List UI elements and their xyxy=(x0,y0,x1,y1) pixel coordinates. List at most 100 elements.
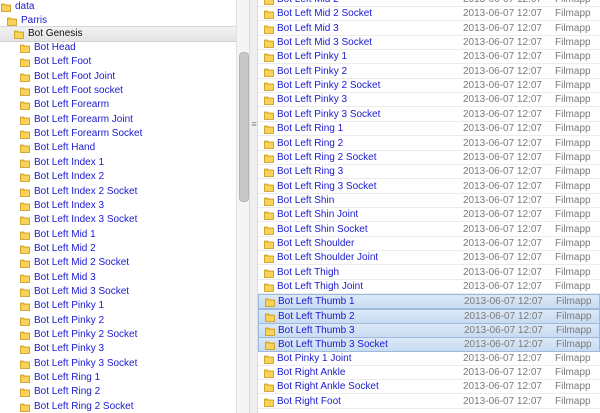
folder-icon xyxy=(264,9,274,20)
file-row[interactable]: Bot Left Ring 3 Socket 2013-06-07 12:07 Fi… xyxy=(258,180,600,194)
file-row[interactable]: Bot Left Thumb 2 2013-06-07 12:07 Filmapp xyxy=(258,308,600,324)
file-date: 2013-06-07 12:07 xyxy=(463,37,542,49)
folder-icon xyxy=(20,115,30,125)
folder-icon xyxy=(264,210,274,221)
file-row[interactable]: Bot Left Thumb 1 2013-06-07 12:07 Filmapp xyxy=(258,294,600,310)
file-type: Filmapp xyxy=(555,108,591,120)
file-date: 2013-06-07 12:07 xyxy=(463,237,542,249)
file-row[interactable]: Bot Left Shoulder Joint 2013-06-07 12:07 F… xyxy=(258,251,600,266)
file-date: 2013-06-07 12:07 xyxy=(463,209,542,221)
tree-node-label: Bot Left Mid 1 xyxy=(34,228,96,240)
file-row[interactable]: Bot Right Foot 2013-06-07 12:07 Filmapp xyxy=(258,395,600,409)
file-row[interactable]: Bot Left Thigh Joint 2013-06-07 12:07 Film… xyxy=(258,280,600,294)
folder-icon xyxy=(20,158,30,168)
file-type: Filmapp xyxy=(555,37,591,49)
folder-icon xyxy=(20,172,30,183)
file-row[interactable]: Bot Left Pinky 1 2013-06-07 12:07 Filmapp xyxy=(258,50,600,65)
file-name: Bot Left Shin xyxy=(277,194,335,206)
file-type: Filmapp xyxy=(556,339,592,351)
file-date: 2013-06-07 12:07 xyxy=(463,180,542,192)
folder-icon xyxy=(20,72,30,82)
file-row[interactable]: Bot Left Pinky 2 Socket 2013-06-07 12:07 F… xyxy=(258,79,600,94)
folder-icon xyxy=(264,382,274,393)
folder-icon xyxy=(20,230,30,240)
file-type: Filmapp xyxy=(555,209,591,221)
file-type: Filmapp xyxy=(555,180,591,192)
tree-node-label: Bot Left Index 1 xyxy=(34,156,105,168)
folder-icon xyxy=(20,258,30,269)
file-name: Bot Left Mid 3 xyxy=(277,22,339,34)
folder-icon xyxy=(20,344,30,355)
file-row[interactable]: Bot Left Ring 3 2013-06-07 12:07 Filmapp xyxy=(258,165,600,180)
tree-scrollbar[interactable] xyxy=(236,0,250,413)
file-row[interactable]: Bot Left Ring 2 2013-06-07 12:07 Filmapp xyxy=(258,137,600,151)
folder-icon xyxy=(264,24,274,34)
file-name: Bot Pinky 1 Joint xyxy=(277,352,352,364)
file-name: Bot Left Ring 2 xyxy=(277,137,344,149)
file-name: Bot Left Pinky 3 Socket xyxy=(277,108,381,120)
tree-node-label: Bot Left Forearm Socket xyxy=(34,128,143,140)
tree-node-label: Bot Left Ring 2 Socket xyxy=(34,400,134,412)
tree-node-bot-genesis[interactable]: Bot Genesis xyxy=(0,26,236,42)
folder-icon xyxy=(20,273,30,283)
file-date: 2013-06-07 12:07 xyxy=(463,8,542,20)
folder-icon xyxy=(264,167,274,178)
file-row[interactable]: Bot Left Shoulder 2013-06-07 12:07 Filmapp xyxy=(258,237,600,251)
splitter-grip-icon[interactable]: ≡ xyxy=(251,120,257,129)
file-type: Filmapp xyxy=(555,266,591,278)
file-row[interactable]: Bot Left Shin 2013-06-07 12:07 Filmapp xyxy=(258,194,600,208)
file-type: Filmapp xyxy=(555,123,591,135)
folder-icon xyxy=(264,239,274,249)
file-row[interactable]: Bot Left Pinky 3 2013-06-07 12:07 Filmapp xyxy=(258,93,600,108)
file-name: Bot Left Ring 2 Socket xyxy=(277,151,377,163)
folder-icon xyxy=(264,225,274,235)
file-row[interactable]: Bot Left Shin Joint 2013-06-07 12:07 Filma… xyxy=(258,208,600,223)
file-type: Filmapp xyxy=(555,0,591,7)
folder-icon xyxy=(264,397,274,407)
file-type: Filmapp xyxy=(555,22,591,34)
file-type: Filmapp xyxy=(555,166,591,178)
file-row[interactable]: Bot Left Mid 2 2013-06-07 12:07 Filmapp xyxy=(258,0,600,7)
folder-icon xyxy=(264,282,274,292)
file-row[interactable]: Bot Left Mid 3 Socket 2013-06-07 12:07 Fil… xyxy=(258,36,600,51)
file-name: Bot Right Ankle xyxy=(277,367,346,379)
file-type: Filmapp xyxy=(555,65,591,77)
file-date: 2013-06-07 12:07 xyxy=(463,151,542,163)
file-type: Filmapp xyxy=(555,194,591,206)
tree-node-label: Bot Left Mid 2 xyxy=(34,242,96,254)
file-date: 2013-06-07 12:07 xyxy=(463,65,542,77)
file-type: Filmapp xyxy=(555,395,591,407)
file-row[interactable]: Bot Left Thigh 2013-06-07 12:07 Filmapp xyxy=(258,266,600,280)
file-row[interactable]: Bot Left Pinky 2 2013-06-07 12:07 Filmapp xyxy=(258,65,600,79)
file-type: Filmapp xyxy=(556,296,592,308)
pane-splitter[interactable]: ≡ xyxy=(249,0,258,413)
file-date: 2013-06-07 12:07 xyxy=(463,352,542,364)
folder-icon xyxy=(264,52,274,63)
folder-icon xyxy=(264,81,274,91)
file-row[interactable]: Bot Left Pinky 3 Socket 2013-06-07 12:07 F… xyxy=(258,108,600,122)
file-row[interactable]: Bot Left Ring 1 2013-06-07 12:07 Filmapp xyxy=(258,122,600,137)
file-row[interactable]: Bot Left Thumb 3 2013-06-07 12:07 Filmapp xyxy=(258,323,600,339)
folder-icon xyxy=(20,316,30,326)
file-row[interactable]: Bot Left Mid 2 Socket 2013-06-07 12:07 Fil… xyxy=(258,7,600,22)
file-date: 2013-06-07 12:07 xyxy=(463,108,542,120)
file-row[interactable]: Bot Left Ring 2 Socket 2013-06-07 12:07 Fi… xyxy=(258,151,600,165)
file-row[interactable]: Bot Left Mid 3 2013-06-07 12:07 Filmapp xyxy=(258,22,600,36)
file-type: Filmapp xyxy=(555,223,591,235)
folder-icon xyxy=(20,359,30,369)
file-name: Bot Right Ankle Socket xyxy=(277,381,379,393)
file-name: Bot Left Thigh Joint xyxy=(277,281,363,292)
folder-icon xyxy=(20,57,30,68)
tree-scrollbar-thumb[interactable] xyxy=(239,52,249,202)
tree-node-label: Bot Genesis xyxy=(28,28,83,39)
file-row[interactable]: Bot Pinky 1 Joint 2013-06-07 12:07 Filmapp xyxy=(258,352,600,366)
folder-icon xyxy=(265,340,275,351)
file-row[interactable]: Bot Left Thumb 3 Socket 2013-06-07 12:07 F… xyxy=(258,337,600,353)
folder-icon xyxy=(20,43,30,53)
file-row[interactable]: Bot Right Ankle 2013-06-07 12:07 Filmapp xyxy=(258,366,600,381)
folder-icon xyxy=(265,297,275,308)
file-row[interactable]: Bot Right Ankle Socket 2013-06-07 12:07 Fi… xyxy=(258,380,600,395)
file-type: Filmapp xyxy=(555,281,591,292)
file-row[interactable]: Bot Left Shin Socket 2013-06-07 12:07 Film… xyxy=(258,223,600,237)
file-date: 2013-06-07 12:07 xyxy=(463,395,542,407)
